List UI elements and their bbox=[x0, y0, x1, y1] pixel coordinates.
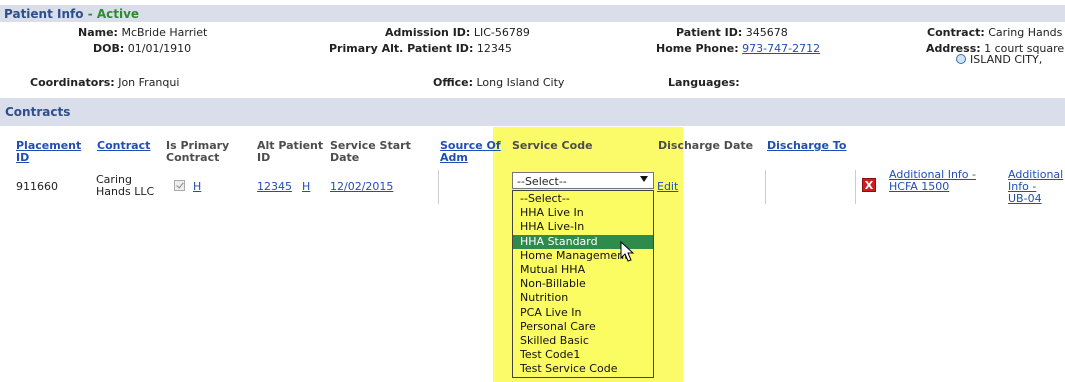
home-phone-field: Home Phone: 973-747-2712 bbox=[656, 42, 820, 55]
chevron-down-icon bbox=[640, 176, 648, 182]
service-code-option[interactable]: Test Code1 bbox=[513, 348, 653, 362]
col-header-placement-id-l2: ID bbox=[16, 151, 30, 164]
primary-alt-id-value: 12345 bbox=[476, 42, 512, 55]
patient-status-badge: - Active bbox=[87, 7, 140, 21]
name-label: Name: bbox=[78, 26, 118, 39]
service-code-option[interactable]: PCA Live In bbox=[513, 306, 653, 320]
additional-info-ub04-l3: UB-04 bbox=[1008, 192, 1042, 205]
address-line2: ISLAND CITY, bbox=[970, 53, 1043, 66]
office-value: Long Island City bbox=[476, 76, 565, 89]
admission-id-value: LIC-56789 bbox=[473, 26, 530, 39]
service-code-option[interactable]: --Select-- bbox=[513, 192, 653, 206]
col-header-source-of[interactable]: Source Of Adm bbox=[440, 140, 501, 164]
coordinators-value: Jon Franqui bbox=[118, 76, 180, 89]
service-code-option[interactable]: Skilled Basic bbox=[513, 334, 653, 348]
additional-info-hcfa-link[interactable]: Additional Info - HCFA 1500 bbox=[889, 169, 976, 193]
home-phone-link[interactable]: 973-747-2712 bbox=[742, 42, 820, 55]
col-header-contract[interactable]: Contract bbox=[97, 140, 150, 152]
col-header-placement-id[interactable]: Placement ID bbox=[16, 140, 81, 164]
service-code-option[interactable]: Test Service Code bbox=[513, 362, 653, 376]
admission-id-field: Admission ID: LIC-56789 bbox=[385, 26, 530, 39]
service-code-option[interactable]: HHA Live-In bbox=[513, 220, 653, 234]
contracts-title: Contracts bbox=[5, 105, 71, 119]
service-code-option[interactable]: Nutrition bbox=[513, 291, 653, 305]
admission-id-label: Admission ID: bbox=[385, 26, 471, 39]
service-code-option[interactable]: Non-Billable bbox=[513, 277, 653, 291]
office-field: Office: Long Island City bbox=[433, 76, 564, 89]
patient-info-title: Patient Info - Active bbox=[4, 7, 139, 21]
col-header-is-primary: Is Primary Contract bbox=[166, 140, 229, 164]
additional-info-ub04-link[interactable]: Additional Info - UB-04 bbox=[1008, 169, 1063, 205]
delete-contract-button[interactable]: X bbox=[862, 178, 876, 192]
contracts-header-bar bbox=[0, 98, 1065, 126]
primary-alt-id-label: Primary Alt. Patient ID: bbox=[329, 42, 474, 55]
office-label: Office: bbox=[433, 76, 473, 89]
service-code-selected-value: --Select-- bbox=[517, 175, 567, 188]
start-date-link[interactable]: 12/02/2015 bbox=[330, 180, 393, 193]
col-header-alt-patient-l2: ID bbox=[257, 151, 271, 164]
service-code-option[interactable]: Personal Care bbox=[513, 320, 653, 334]
patient-info-title-text: Patient Info bbox=[4, 7, 84, 21]
is-primary-checkbox[interactable] bbox=[174, 180, 185, 191]
col-header-discharge-date: Discharge Date bbox=[658, 139, 754, 152]
dob-field: DOB: 01/01/1910 bbox=[93, 42, 191, 55]
additional-info-hcfa-l2: HCFA 1500 bbox=[889, 180, 950, 193]
service-code-select[interactable]: --Select-- bbox=[512, 172, 654, 189]
col-header-source-of-l2: Adm bbox=[440, 151, 468, 164]
languages-label: Languages: bbox=[668, 76, 740, 89]
col-header-is-primary-l2: Contract bbox=[166, 151, 220, 164]
cell-contract: Caring Hands LLC bbox=[96, 174, 154, 198]
dob-label: DOB: bbox=[93, 42, 125, 55]
row-divider-2 bbox=[765, 170, 766, 204]
coordinators-field: Coordinators: Jon Franqui bbox=[30, 76, 179, 89]
contract-value: Caring Hands bbox=[988, 26, 1063, 39]
map-search-icon[interactable] bbox=[956, 54, 966, 64]
col-header-service-start-l2: Date bbox=[330, 151, 360, 164]
name-value: McBride Harriet bbox=[121, 26, 208, 39]
edit-link[interactable]: Edit bbox=[657, 180, 678, 193]
dob-value: 01/01/1910 bbox=[127, 42, 192, 55]
service-code-dropdown-list: --Select-- HHA Live In HHA Live-In HHA S… bbox=[512, 190, 654, 378]
col-header-service-code: Service Code bbox=[512, 139, 593, 152]
contract-label: Contract: bbox=[927, 26, 985, 39]
patient-id-value: 345678 bbox=[745, 26, 788, 39]
patient-id-label: Patient ID: bbox=[676, 26, 743, 39]
cell-placement-id: 911660 bbox=[16, 180, 58, 193]
contract-field: Contract: Caring Hands bbox=[927, 26, 1062, 39]
home-phone-label: Home Phone: bbox=[656, 42, 739, 55]
alt-id-link[interactable]: 12345 bbox=[257, 180, 292, 193]
service-code-option[interactable]: Mutual HHA bbox=[513, 263, 653, 277]
patient-id-field: Patient ID: 345678 bbox=[676, 26, 788, 39]
primary-alt-id-field: Primary Alt. Patient ID: 12345 bbox=[329, 42, 512, 55]
alt-h-link[interactable]: H bbox=[302, 180, 310, 193]
patient-info-header-bar bbox=[0, 5, 1065, 22]
col-header-service-start: Service Start Date bbox=[330, 140, 411, 164]
primary-h-link[interactable]: H bbox=[193, 180, 201, 193]
service-code-option[interactable]: HHA Live In bbox=[513, 206, 653, 220]
mouse-pointer-icon bbox=[620, 241, 635, 262]
cell-contract-l2: Hands LLC bbox=[96, 185, 155, 198]
coordinators-label: Coordinators: bbox=[30, 76, 115, 89]
row-divider-3 bbox=[855, 170, 856, 204]
name-field: Name: McBride Harriet bbox=[78, 26, 207, 39]
row-divider-1 bbox=[438, 170, 439, 204]
col-header-alt-patient: Alt Patient ID bbox=[257, 140, 323, 164]
col-header-discharge-to[interactable]: Discharge To bbox=[767, 140, 846, 152]
